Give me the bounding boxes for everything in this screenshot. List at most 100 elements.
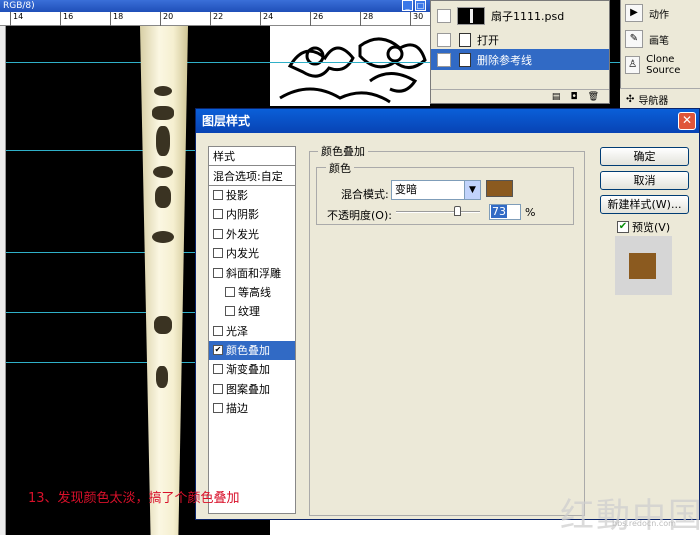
ruler-tick: 16 [60,12,73,26]
style-item-label: 内发光 [226,247,259,261]
history-step-label: 删除参考线 [477,53,532,67]
ruler-tick: 22 [210,12,223,26]
preview-checkbox[interactable]: ✔ [617,221,629,233]
opacity-input[interactable]: 73 [489,204,521,220]
style-item-label: 描边 [226,402,248,416]
style-item[interactable]: 渐变叠加 [209,360,295,379]
actions-tab[interactable]: ▶ 动作 [621,0,700,26]
maximize-icon[interactable]: □ [415,0,426,11]
style-checkbox[interactable] [213,325,223,336]
dialog-title: 图层样式 [202,114,251,128]
style-item[interactable]: 外发光 [209,225,295,244]
styles-header[interactable]: 样式 [209,147,295,167]
history-step-selected[interactable]: 删除参考线 [431,49,609,70]
opacity-slider-track[interactable] [396,211,480,213]
ruler-tick: 30 [410,12,423,26]
style-item-label: 外发光 [226,227,259,241]
style-item-label: 内阴影 [226,208,259,222]
play-icon: ▶ [625,4,643,22]
style-checkbox[interactable] [225,286,235,297]
style-item[interactable]: 内发光 [209,244,295,263]
navigator-icon: ✣ [626,94,635,105]
opacity-value: 73 [491,205,507,218]
minimize-icon[interactable]: _ [402,0,413,11]
trash-icon[interactable]: 🗑 [588,92,599,102]
history-step[interactable]: 打开 [431,29,609,50]
history-panel: 扇子1111.psd 打开 删除参考线 ▤ ◘ 🗑 [430,0,610,104]
style-item[interactable]: 投影 [209,186,295,205]
ruler-tick: 28 [360,12,373,26]
style-item[interactable]: 描边 [209,399,295,418]
preview-toggle[interactable]: ✔ 预览(V) [617,219,670,235]
snapshot-label: 扇子1111.psd [491,9,565,23]
cloud-pattern-image [270,26,430,106]
style-item-label: 图案叠加 [226,382,270,396]
blend-mode-value: 变暗 [395,183,417,196]
window-buttons: _ □ [402,0,426,11]
brush-icon: ✎ [625,30,643,48]
style-item[interactable]: 图案叠加 [209,380,295,399]
blending-options-item[interactable]: 混合选项:自定 [209,166,295,186]
ruler-tick: 14 [10,12,23,26]
style-item[interactable]: 斜面和浮雕 [209,263,295,282]
style-item[interactable]: 纹理 [209,302,295,321]
clone-stamp-icon: ♙ [625,56,641,74]
style-checkbox[interactable] [213,209,223,220]
new-document-icon[interactable]: ▤ [552,92,561,102]
cancel-button[interactable]: 取消 [600,171,689,190]
document-icon [459,52,471,67]
style-checkbox[interactable] [225,306,235,317]
history-brush-toggle[interactable] [437,32,451,47]
style-item[interactable]: ✔ 颜色叠加 [209,340,295,361]
ok-button[interactable]: 确定 [600,147,689,166]
style-item[interactable]: 内阴影 [209,205,295,224]
preview-label: 预览(V) [632,221,671,234]
history-brush-toggle[interactable] [437,8,451,23]
clone-source-label: Clone Source [646,54,681,76]
style-item[interactable]: 等高线 [209,283,295,302]
navigator-label: 导航器 [638,96,669,107]
color-subtitle: 颜色 [326,160,354,176]
style-checkbox[interactable] [213,403,223,414]
dialog-title-bar[interactable]: 图层样式 ✕ [196,109,699,133]
style-checkbox[interactable] [213,248,223,259]
snapshot-thumbnail [457,6,485,25]
opacity-slider-thumb[interactable] [454,206,462,216]
style-checkbox[interactable]: ✔ [213,345,223,356]
opacity-unit: % [525,206,536,219]
overlay-color-swatch[interactable] [486,180,513,197]
document-title-bar: RGB/8) _ □ [0,0,430,12]
new-style-button[interactable]: 新建样式(W)... [600,195,689,214]
style-preview [615,236,672,295]
camera-icon[interactable]: ◘ [570,92,577,102]
blend-mode-select[interactable]: 变暗 ▼ [391,180,481,200]
style-item-label: 颜色叠加 [226,344,270,358]
style-checkbox[interactable] [213,364,223,375]
style-checkbox[interactable] [213,189,223,200]
style-checkbox[interactable] [213,383,223,394]
style-item-label: 光泽 [226,324,248,338]
close-icon[interactable]: ✕ [678,112,696,130]
style-checkbox[interactable] [213,267,223,278]
style-item-label: 斜面和浮雕 [226,266,281,280]
document-title: RGB/8) [3,1,35,11]
chevron-down-icon[interactable]: ▼ [464,181,480,199]
actions-label: 动作 [649,9,669,21]
ruler-tick: 26 [310,12,323,26]
watermark-url: bbs.redocn.com [612,519,676,528]
history-snapshot[interactable]: 扇子1111.psd [431,5,609,26]
history-step-label: 打开 [477,33,499,47]
document-icon [459,32,471,47]
vertical-ruler [0,26,6,535]
clone-source-tab[interactable]: ♙ Clone Source [621,52,700,78]
brushes-tab[interactable]: ✎ 画笔 [621,26,700,52]
style-checkbox[interactable] [213,228,223,239]
history-brush-toggle[interactable] [437,52,451,67]
history-toolbar: ▤ ◘ 🗑 [431,89,609,103]
navigator-tab[interactable]: ✣ 导航器 [620,88,700,110]
style-item-label: 渐变叠加 [226,363,270,377]
style-list: 样式 混合选项:自定 投影 内阴影 外发光 内发光 斜面和浮雕 等高线 纹理 光泽 ✔ 颜色叠加渐… [208,146,296,514]
opacity-label: 不透明度(O): [327,209,392,222]
style-item[interactable]: 光泽 [209,322,295,341]
ruler-tick: 18 [110,12,123,26]
